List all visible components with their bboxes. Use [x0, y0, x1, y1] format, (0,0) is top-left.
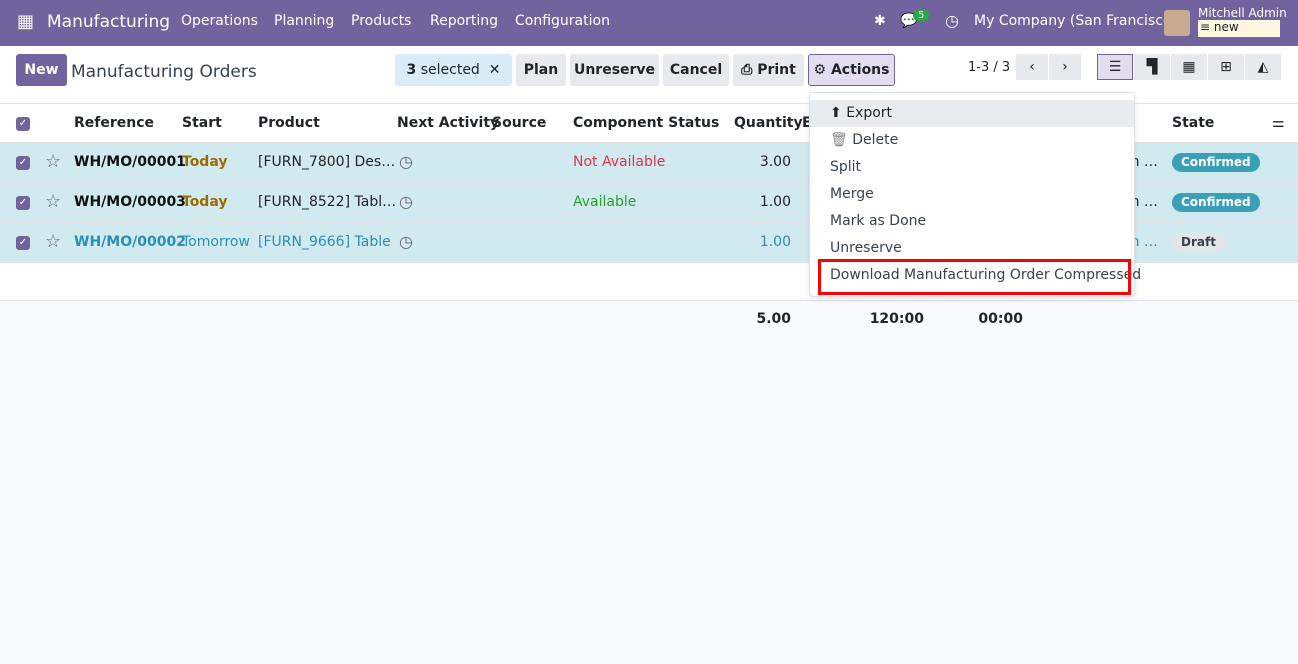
total-time-2: 00:00 [978, 311, 1023, 327]
menu-item-unreserve[interactable]: Unreserve [810, 235, 1134, 262]
db-badge: ≡ new [1198, 20, 1280, 37]
cell-product: [FURN_9666] Table [258, 234, 391, 250]
star-icon[interactable]: ☆ [45, 151, 61, 172]
menu-operations[interactable]: Operations [181, 13, 258, 29]
column-settings-icon[interactable]: ⚌ [1272, 115, 1285, 131]
totals-row: 5.00 120:00 00:00 [0, 301, 1298, 341]
cell-component-status: Not Available [573, 154, 666, 170]
new-button[interactable]: New [16, 54, 67, 86]
menu-item-delete[interactable]: 🗑 Delete [810, 127, 1134, 154]
selected-label: selected [420, 62, 480, 78]
clock-icon[interactable]: ◷ [399, 152, 413, 171]
menu-configuration[interactable]: Configuration [515, 13, 610, 29]
menu-item-mark-done[interactable]: Mark as Done [810, 208, 1134, 235]
cell-start: Today [182, 194, 228, 210]
export-label: Export [846, 105, 893, 121]
total-quantity: 5.00 [756, 311, 791, 327]
graph-view-button[interactable]: ◭ [1245, 54, 1281, 80]
col-next-activity[interactable]: Next Activity [397, 115, 499, 131]
row-checkbox[interactable]: ✓ [16, 236, 30, 250]
print-label: Print [757, 62, 796, 78]
status-badge: Confirmed [1172, 193, 1260, 212]
upload-icon: ⬆ [830, 105, 842, 121]
cell-component-status: Available [573, 194, 637, 210]
highlight-box [818, 259, 1131, 295]
total-time-1: 120:00 [869, 311, 924, 327]
clock-icon[interactable]: ◷ [399, 232, 413, 251]
delete-label: Delete [852, 132, 899, 148]
cell-product: [FURN_8522] Tabl… [258, 194, 397, 210]
trash-icon: 🗑 [830, 132, 848, 148]
col-quantity[interactable]: Quantity [734, 115, 803, 131]
cell-start: Today [182, 154, 228, 170]
plan-button[interactable]: Plan [516, 54, 566, 86]
actions-button[interactable]: ⚙ Actions [808, 54, 895, 86]
select-all-checkbox[interactable]: ✓ [16, 117, 30, 131]
row-checkbox[interactable]: ✓ [16, 196, 30, 210]
cell-reference: WH/MO/00003 [74, 194, 186, 210]
user-name[interactable]: Mitchell Admin [1198, 6, 1287, 20]
unreserve-button[interactable]: Unreserve [570, 54, 659, 86]
menu-item-split[interactable]: Split [810, 154, 1134, 181]
kanban-view-button[interactable]: ▜ [1134, 54, 1170, 80]
company-switcher[interactable]: My Company (San Francisco) [974, 13, 1177, 29]
status-badge: Confirmed [1172, 153, 1260, 172]
cell-reference: WH/MO/00002 [74, 234, 186, 250]
menu-item-merge[interactable]: Merge [810, 181, 1134, 208]
clock-icon[interactable]: ◷ [399, 192, 413, 211]
cell-quantity: 1.00 [759, 194, 791, 210]
db-name: new [1213, 20, 1239, 34]
cell-reference: WH/MO/00001 [74, 154, 186, 170]
col-start[interactable]: Start [182, 115, 222, 131]
print-button[interactable]: ⎙ Print [733, 54, 804, 86]
cell-start: Tomorrow [182, 234, 250, 250]
star-icon[interactable]: ☆ [45, 191, 61, 212]
pager-value[interactable]: 1-3 / 3 [968, 60, 1010, 75]
app-title[interactable]: Manufacturing [47, 12, 170, 32]
selected-count: 3 [406, 62, 417, 78]
chat-count-badge: 5 [913, 10, 930, 21]
pager-prev-button[interactable]: ‹ [1016, 54, 1048, 80]
print-icon: ⎙ [741, 62, 753, 78]
actions-dropdown: ⬆ Export 🗑 Delete Split Merge Mark as Do… [809, 92, 1141, 297]
close-icon[interactable]: ✕ [489, 62, 501, 78]
star-icon[interactable]: ☆ [45, 231, 61, 252]
menu-products[interactable]: Products [351, 13, 411, 29]
cell-product: [FURN_7800] Des… [258, 154, 396, 170]
navbar: ▦ Manufacturing Operations Planning Prod… [0, 0, 1298, 46]
selection-badge: 3 selected ✕ [395, 54, 512, 86]
actions-label: Actions [830, 62, 890, 78]
gear-icon: ⚙ [813, 62, 827, 78]
bug-icon[interactable]: ✱ [874, 13, 886, 29]
col-component-status[interactable]: Component Status [573, 115, 719, 131]
cancel-button[interactable]: Cancel [663, 54, 729, 86]
col-state[interactable]: State [1172, 115, 1214, 131]
menu-item-export[interactable]: ⬆ Export [810, 100, 1134, 127]
menu-reporting[interactable]: Reporting [430, 13, 498, 29]
apps-grid-icon[interactable]: ▦ [17, 11, 34, 32]
col-reference[interactable]: Reference [74, 115, 154, 131]
col-product[interactable]: Product [258, 115, 320, 131]
page-title: Manufacturing Orders [71, 62, 257, 82]
row-checkbox[interactable]: ✓ [16, 156, 30, 170]
cell-quantity: 1.00 [759, 234, 791, 250]
cell-quantity: 3.00 [759, 154, 791, 170]
avatar[interactable] [1164, 10, 1190, 36]
pivot-view-button[interactable]: ⊞ [1208, 54, 1244, 80]
calendar-view-button[interactable]: ▦ [1171, 54, 1207, 80]
clock-icon[interactable]: ◷ [945, 11, 959, 30]
col-source[interactable]: Source [492, 115, 546, 131]
menu-planning[interactable]: Planning [274, 13, 334, 29]
pager-next-button[interactable]: › [1049, 54, 1081, 80]
status-badge: Draft [1172, 233, 1225, 252]
list-view-button[interactable]: ☰ [1097, 54, 1133, 80]
